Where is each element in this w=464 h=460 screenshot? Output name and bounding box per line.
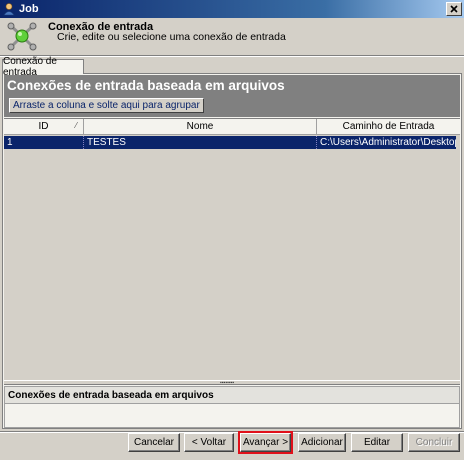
connection-icon xyxy=(7,22,37,51)
table-row[interactable]: 1 TESTES C:\Users\Administrator\Desktop\… xyxy=(4,136,456,149)
column-header-label: ID xyxy=(38,121,49,132)
tab-conexao-entrada[interactable]: Conexão de entrada xyxy=(2,56,84,78)
grip-icon: ▪▪▪▪▪▪▪▪ xyxy=(220,380,235,386)
column-header-label: Nome xyxy=(186,121,214,132)
connections-table[interactable]: ID ⁄ Nome Caminho de Entrada 1 TESTES C:… xyxy=(4,118,460,380)
splitter-handle[interactable]: ▪▪▪▪▪▪▪▪ xyxy=(4,380,460,386)
column-header-label: Caminho de Entrada xyxy=(342,121,435,132)
edit-button[interactable]: Editar xyxy=(351,433,403,452)
header-subtitle: Crie, edite ou selecione uma conexão de … xyxy=(57,31,286,43)
cell-id: 1 xyxy=(4,136,84,149)
column-header-id[interactable]: ID ⁄ xyxy=(4,119,84,135)
close-button[interactable] xyxy=(446,2,462,16)
group-by-area[interactable]: Arraste a coluna e solte aqui para agrup… xyxy=(4,95,460,117)
column-header-nome[interactable]: Nome xyxy=(84,119,317,135)
detail-title: Conexões de entrada baseada em arquivos xyxy=(4,386,460,404)
user-icon xyxy=(3,3,15,16)
column-header-caminho[interactable]: Caminho de Entrada xyxy=(317,119,460,135)
add-button[interactable]: Adicionar xyxy=(298,433,346,452)
close-icon xyxy=(450,5,458,13)
back-button[interactable]: < Voltar xyxy=(184,433,234,452)
sort-icon: ⁄ xyxy=(75,121,77,130)
group-hint[interactable]: Arraste a coluna e solte aqui para agrup… xyxy=(9,98,204,113)
grid-title: Conexões de entrada baseada em arquivos xyxy=(4,75,460,95)
cell-name: TESTES xyxy=(84,136,317,149)
finish-button[interactable]: Concluir xyxy=(408,433,460,452)
wizard-header: Conexão de entrada Crie, edite ou seleci… xyxy=(0,18,464,56)
cell-path: C:\Users\Administrator\Desktop\TEST xyxy=(320,137,456,148)
cancel-button[interactable]: Cancelar xyxy=(128,433,180,452)
window-titlebar: Job xyxy=(0,0,464,18)
window-title: Job xyxy=(19,3,39,15)
next-button-highlight xyxy=(238,431,293,454)
detail-panel xyxy=(4,404,460,428)
